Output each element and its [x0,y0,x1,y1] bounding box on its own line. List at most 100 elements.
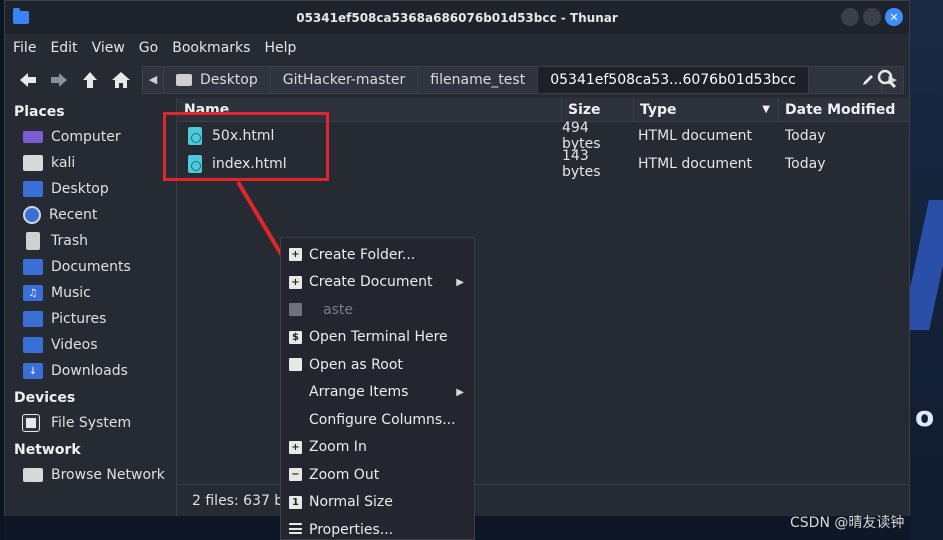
menu-item-zoom-in[interactable]: + Zoom In [281,434,474,462]
menu-go[interactable]: Go [139,40,158,56]
watermark-text: CSDN @晴友读钟 [790,515,905,531]
menu-item-label: Configure Columns... [309,411,456,428]
menu-item-label: aste [323,301,353,318]
menu-item-label: Properties... [309,521,394,538]
column-header-type[interactable]: Type ▼ [634,98,779,121]
menu-item-properties[interactable]: Properties... [281,516,474,540]
new-document-icon: + [289,275,302,289]
maximize-button[interactable] [863,8,881,26]
sidebar-item-recent[interactable]: Recent [5,202,176,228]
column-header-date[interactable]: Date Modified [779,98,909,121]
sidebar-item-kali[interactable]: kali [5,150,176,176]
menu-file[interactable]: File [13,40,36,56]
menubar: File Edit View Go Bookmarks Help [5,34,909,61]
sidebar-item-label: Computer [51,129,121,145]
menu-item-open-terminal[interactable]: $ Open Terminal Here [281,324,474,352]
sidebar-item-label: File System [51,415,132,431]
sidebar-item-videos[interactable]: Videos [5,332,176,358]
sidebar-item-music[interactable]: ♫ Music [5,280,176,306]
file-date: Today [785,128,826,144]
home-folder-icon [23,155,43,171]
documents-folder-icon [23,259,43,275]
submenu-arrow-icon: ▶ [456,276,464,288]
sidebar-item-trash[interactable]: Trash [5,228,176,254]
up-button[interactable] [75,65,105,95]
menu-edit[interactable]: Edit [50,40,77,56]
file-type: HTML document [638,128,753,144]
path-scroll-left[interactable]: ◀ [142,65,164,94]
menu-item-configure-columns[interactable]: Configure Columns... [281,406,474,434]
menu-item-paste[interactable]: aste [281,296,474,324]
add-folder-icon: + [289,248,302,261]
path-edit-area[interactable] [808,65,882,94]
minimize-button[interactable] [841,8,859,26]
back-arrow-icon [20,72,36,87]
computer-icon [23,131,43,143]
sidebar-item-label: Downloads [51,363,128,379]
menu-item-normal-size[interactable]: 1 Normal Size [281,489,474,517]
sidebar-section-places: Places [14,104,65,120]
pictures-folder-icon [23,311,43,327]
sidebar-item-label: Recent [49,207,98,223]
terminal-icon: $ [289,330,302,344]
menu-item-label: Zoom In [309,439,367,456]
home-button[interactable] [106,65,136,95]
sidebar-section-devices: Devices [14,390,76,406]
sidebar-item-downloads[interactable]: ↓ Downloads [5,358,176,384]
breadcrumb-label: Desktop [200,71,258,88]
sidebar-item-label: Music [51,285,91,301]
menu-item-create-document[interactable]: + Create Document ▶ [281,269,474,297]
sidebar-item-label: Pictures [51,311,107,327]
back-button[interactable] [13,65,43,95]
menu-item-label: Create Folder... [309,246,416,263]
toolbar: ◀ Desktop GitHacker-master filename_test… [5,61,909,98]
file-size: 143 bytes [562,148,601,180]
music-folder-icon: ♫ [23,285,43,301]
menu-item-open-as-root[interactable]: Open as Root [281,351,474,379]
breadcrumb-desktop[interactable]: Desktop [164,65,271,94]
sidebar-item-filesystem[interactable]: File System [5,410,176,436]
sidebar-section-network: Network [14,442,81,458]
desktop-folder-icon [23,181,43,197]
breadcrumb-current[interactable]: 05341ef508ca53...6076b01d53bcc [538,65,809,94]
menu-item-arrange-items[interactable]: Arrange Items ▶ [281,379,474,407]
window-title: 05341ef508ca5368a686076b01d53bcc - Thuna… [296,10,618,25]
sidebar-item-documents[interactable]: Documents [5,254,176,280]
menu-view[interactable]: View [92,40,125,56]
home-icon [112,71,130,88]
sidebar-item-pictures[interactable]: Pictures [5,306,176,332]
highlight-box-annotation [163,112,329,181]
sidebar-item-label: Videos [51,337,98,353]
search-icon[interactable] [875,67,899,91]
menu-item-label: Create Document [309,274,433,291]
menu-item-zoom-out[interactable]: − Zoom Out [281,461,474,489]
titlebar[interactable]: 05341ef508ca5368a686076b01d53bcc - Thuna… [5,1,909,34]
sidebar-item-label: Browse Network [51,467,165,483]
menu-item-label: Arrange Items [309,384,409,401]
close-button[interactable]: ✕ [885,8,903,26]
drive-icon [176,73,192,86]
breadcrumb-githacker[interactable]: GitHacker-master [270,65,419,94]
column-header-size[interactable]: Size [562,98,634,121]
sidebar-item-desktop[interactable]: Desktop [5,176,176,202]
network-icon [23,468,43,482]
pencil-icon[interactable] [861,73,875,87]
submenu-arrow-icon: ▶ [456,386,464,398]
sidebar: Places Computer kali Desktop Recent Tras… [5,98,177,516]
trash-icon [26,232,40,250]
downloads-folder-icon: ↓ [23,363,43,379]
menu-help[interactable]: Help [264,40,296,56]
context-menu: + Create Folder... + Create Document ▶ aste… [280,237,475,540]
properties-icon [289,523,302,534]
forward-button[interactable] [44,65,74,95]
sidebar-item-browse-network[interactable]: Browse Network [5,462,176,488]
breadcrumb-filename-test[interactable]: filename_test [418,65,539,94]
zoom-out-icon: − [289,468,302,481]
videos-folder-icon [23,337,43,353]
sort-descending-icon: ▼ [762,104,770,115]
menu-item-create-folder[interactable]: + Create Folder... [281,241,474,269]
zoom-in-icon: + [289,440,302,454]
normal-size-icon: 1 [289,495,302,509]
menu-bookmarks[interactable]: Bookmarks [172,40,250,56]
sidebar-item-computer[interactable]: Computer [5,124,176,150]
